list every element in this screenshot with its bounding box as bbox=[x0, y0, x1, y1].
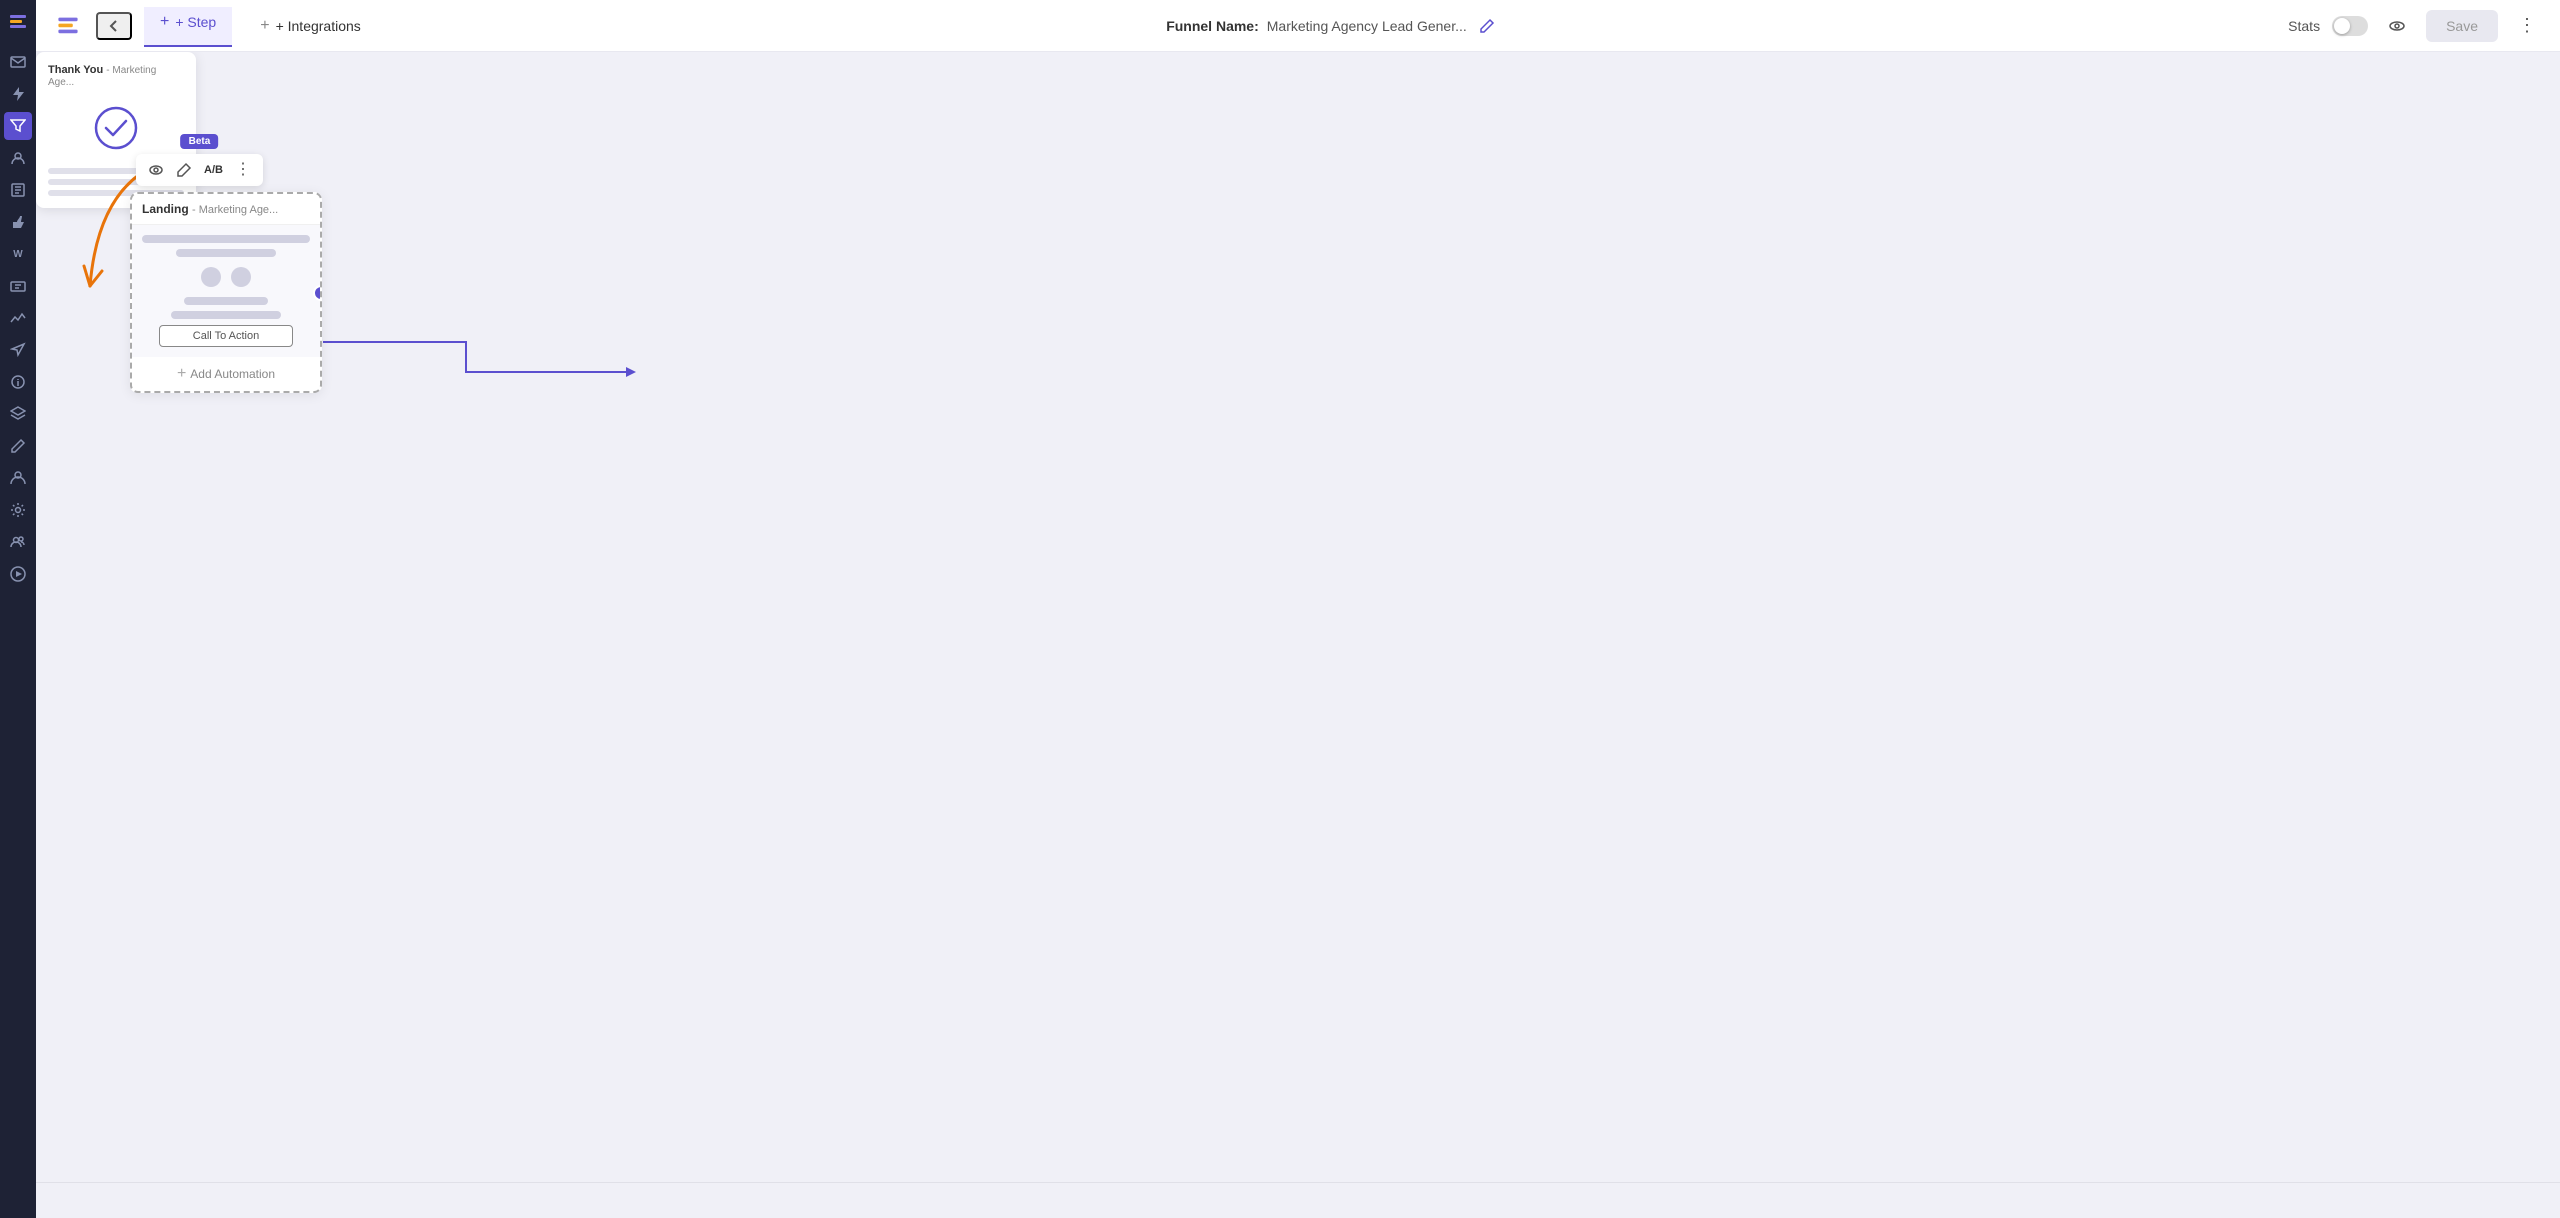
save-button[interactable]: Save bbox=[2426, 10, 2498, 42]
preview-step-button[interactable] bbox=[144, 158, 168, 182]
forms-sidebar-icon[interactable] bbox=[4, 272, 32, 300]
main-content: + + Step + + Integrations Funnel Name: M… bbox=[36, 0, 2560, 1218]
topbar-logo bbox=[52, 14, 84, 38]
campaigns-sidebar-icon[interactable] bbox=[4, 336, 32, 364]
connector-lines bbox=[36, 52, 2560, 1182]
preview-bar-3 bbox=[184, 297, 268, 305]
landing-card-preview: Call To Action bbox=[132, 225, 320, 357]
stats-toggle[interactable] bbox=[2332, 16, 2368, 36]
check-icon bbox=[92, 104, 140, 152]
bottom-bar bbox=[36, 1182, 2560, 1218]
edit-step-button[interactable] bbox=[172, 158, 196, 182]
ab-test-button[interactable]: A/B bbox=[200, 160, 227, 180]
contacts-sidebar-icon[interactable] bbox=[4, 144, 32, 172]
landing-subtitle: - Marketing Age... bbox=[192, 204, 278, 216]
preview-circle-2 bbox=[231, 267, 251, 287]
funnels-sidebar-icon[interactable] bbox=[4, 112, 32, 140]
preview-bar-1 bbox=[142, 235, 310, 243]
topbar-right: Stats Save ⋮ bbox=[2288, 10, 2544, 42]
pages-sidebar-icon[interactable] bbox=[4, 176, 32, 204]
preview-bar-4 bbox=[171, 311, 280, 319]
topbar: + + Step + + Integrations Funnel Name: M… bbox=[36, 0, 2560, 52]
add-automation-label: Add Automation bbox=[190, 367, 275, 381]
cta-button[interactable]: Call To Action bbox=[159, 325, 293, 347]
sidebar: W bbox=[0, 0, 36, 1218]
info-sidebar-icon[interactable] bbox=[4, 368, 32, 396]
funnel-name-label: Funnel Name: bbox=[1166, 18, 1259, 34]
back-button[interactable] bbox=[96, 12, 132, 40]
connection-dot[interactable] bbox=[313, 285, 322, 301]
preview-circles bbox=[201, 267, 251, 287]
preview-button[interactable] bbox=[2380, 13, 2414, 39]
landing-card-header: Landing - Marketing Age... bbox=[132, 194, 320, 225]
more-options-button[interactable]: ⋮ bbox=[2510, 11, 2544, 40]
preview-bar-2 bbox=[176, 249, 277, 257]
play-sidebar-icon[interactable] bbox=[4, 560, 32, 588]
thankyou-title: Thank You bbox=[48, 64, 103, 76]
edit-funnel-name-button[interactable] bbox=[1475, 14, 1499, 38]
pen-sidebar-icon[interactable] bbox=[4, 432, 32, 460]
ab-label: A/B bbox=[204, 164, 223, 176]
funnel-canvas[interactable]: Beta A/B ⋮ Landing - Marketing Age... bbox=[36, 52, 2560, 1182]
team-sidebar-icon[interactable] bbox=[4, 528, 32, 556]
settings-sidebar-icon[interactable] bbox=[4, 496, 32, 524]
user-sidebar-icon[interactable] bbox=[4, 464, 32, 492]
preview-circle-1 bbox=[201, 267, 221, 287]
landing-title: Landing bbox=[142, 202, 189, 216]
lightning-sidebar-icon[interactable] bbox=[4, 80, 32, 108]
analytics-sidebar-icon[interactable] bbox=[4, 304, 32, 332]
stats-label: Stats bbox=[2288, 18, 2320, 34]
integrations-tab[interactable]: + + Integrations bbox=[244, 11, 377, 41]
mail-sidebar-icon[interactable] bbox=[4, 48, 32, 76]
woo-sidebar-icon[interactable]: W bbox=[4, 240, 32, 268]
card-toolbar: Beta A/B ⋮ bbox=[136, 154, 263, 186]
thumbs-sidebar-icon[interactable] bbox=[4, 208, 32, 236]
app-logo[interactable] bbox=[4, 8, 32, 36]
funnel-name-value: Marketing Agency Lead Gener... bbox=[1267, 18, 1467, 34]
layers-sidebar-icon[interactable] bbox=[4, 400, 32, 428]
add-automation-button[interactable]: + Add Automation bbox=[132, 357, 320, 391]
funnel-name-area: Funnel Name: Marketing Agency Lead Gener… bbox=[389, 14, 2276, 38]
landing-step-card[interactable]: Landing - Marketing Age... Call To Actio… bbox=[130, 192, 322, 393]
step-tab[interactable]: + + Step bbox=[144, 7, 232, 47]
beta-badge: Beta bbox=[181, 134, 219, 149]
more-step-button[interactable]: ⋮ bbox=[231, 158, 255, 182]
thankyou-header: Thank You - Marketing Age... bbox=[48, 64, 184, 88]
